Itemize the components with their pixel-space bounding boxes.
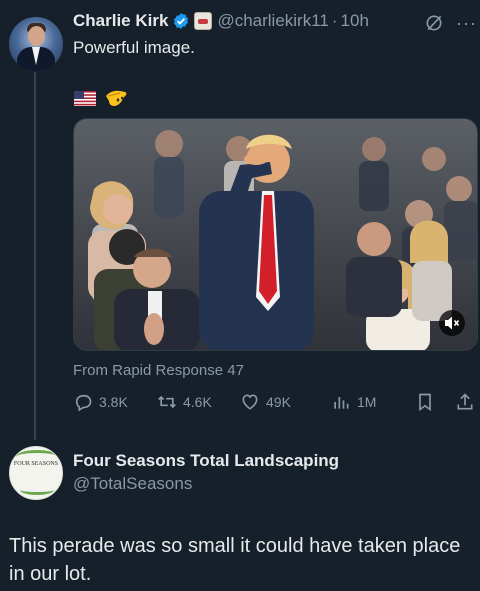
tweet-text: Powerful image. xyxy=(73,38,195,57)
views-button[interactable]: 1M xyxy=(331,392,376,412)
reply-author-display-name[interactable]: Four Seasons Total Landscaping xyxy=(73,451,339,471)
like-count: 49K xyxy=(266,394,291,410)
reply-button[interactable]: 3.8K xyxy=(73,392,128,412)
retweet-icon xyxy=(158,395,176,409)
view-count: 1M xyxy=(357,394,377,410)
media-source[interactable]: From Rapid Response 47 xyxy=(73,362,244,379)
reply-count: 3.8K xyxy=(99,394,128,410)
bookmark-icon xyxy=(419,393,431,412)
action-bar: 3.8K 4.6K 49K 1M xyxy=(73,392,478,414)
four-seasons-logo: FOUR SEASONS xyxy=(13,461,59,467)
tweet-header: Charlie Kirk @charliekirk11 · 10h xyxy=(73,11,369,31)
us-flag-icon xyxy=(74,90,96,106)
thread-line xyxy=(34,72,36,440)
author-handle[interactable]: @charliekirk11 xyxy=(217,11,328,31)
reply-icon xyxy=(75,394,92,412)
timestamp[interactable]: 10h xyxy=(341,11,369,31)
retweet-button[interactable]: 4.6K xyxy=(157,392,212,412)
affiliation-badge-icon[interactable] xyxy=(194,12,213,30)
video-player[interactable] xyxy=(73,118,478,351)
emoji-row xyxy=(74,86,128,110)
muted-speaker-icon xyxy=(445,316,460,330)
heart-icon xyxy=(242,394,258,410)
reply-author-handle[interactable]: @TotalSeasons xyxy=(73,474,192,494)
like-button[interactable]: 49K xyxy=(240,392,291,412)
video-thumbnail xyxy=(74,119,477,350)
author-display-name[interactable]: Charlie Kirk xyxy=(73,11,168,31)
reply-avatar[interactable]: FOUR SEASONS xyxy=(9,446,63,500)
share-icon xyxy=(457,393,473,410)
avatar[interactable] xyxy=(9,17,63,71)
more-options-icon[interactable]: ··· xyxy=(456,14,476,32)
separator: · xyxy=(331,11,338,30)
mute-button[interactable] xyxy=(439,310,465,336)
salute-emoji-icon xyxy=(106,90,127,106)
bookmark-button[interactable] xyxy=(415,392,435,412)
retweet-count: 4.6K xyxy=(183,394,212,410)
grok-icon[interactable] xyxy=(424,13,444,33)
verified-badge-icon xyxy=(174,13,189,29)
reply-text: This perade was so small it could have t… xyxy=(9,535,461,585)
analytics-icon xyxy=(334,397,349,409)
share-button[interactable] xyxy=(455,392,475,412)
